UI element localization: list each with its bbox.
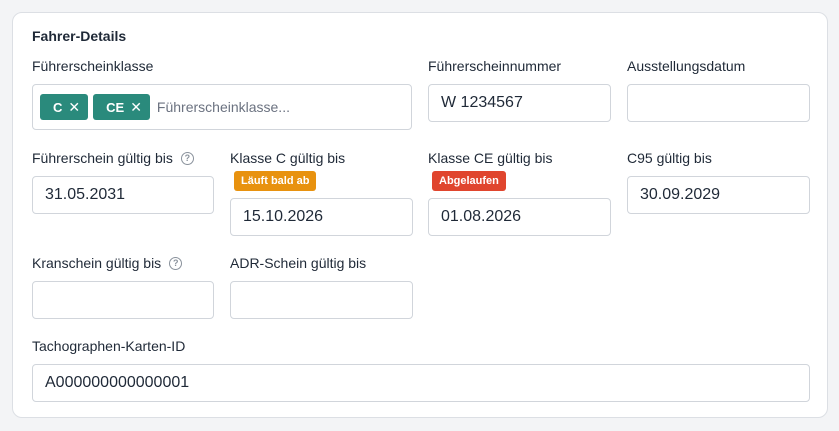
issue-date-field[interactable] [627,84,810,122]
expiring-soon-badge: Läuft bald ab [234,171,317,191]
c95-valid-until-field[interactable]: 30.09.2029 [627,176,810,214]
tachograph-card-id-field[interactable]: A000000000000001 [32,364,810,402]
license-class-search-input[interactable]: Führerscheinklasse... [157,99,290,115]
class-ce-valid-until-field[interactable]: 01.08.2026 [428,198,611,236]
help-icon[interactable]: ? [180,151,194,165]
c95-valid-until-label: C95 gültig bis [627,150,712,166]
expired-badge: Abgelaufen [432,171,506,191]
crane-license-valid-until-field[interactable] [32,281,214,319]
license-valid-until-field[interactable]: 31.05.2031 [32,176,214,214]
issue-date-label: Ausstellungsdatum [627,58,746,74]
class-c-valid-until-field[interactable]: 15.10.2026 [230,198,413,236]
adr-license-valid-until-field[interactable] [230,281,413,319]
adr-license-valid-until-label: ADR-Schein gültig bis [230,255,367,271]
help-icon[interactable]: ? [169,256,183,270]
license-class-tag-c: C ✕ [40,94,89,120]
class-ce-valid-until-label: Klasse CE gültig bis [428,150,553,166]
class-c-valid-until-label: Klasse C gültig bis [230,150,346,166]
crane-license-valid-until-label: Kranschein gültig bis ? [32,255,183,271]
license-class-label: Führerscheinklasse [32,58,154,74]
section-title: Fahrer-Details [32,28,127,44]
driver-details-card: Fahrer-Details Führerscheinklasse C ✕ CE… [12,12,828,418]
license-number-label: Führerscheinnummer [428,58,562,74]
remove-tag-ce-icon[interactable]: ✕ [130,99,142,116]
license-valid-until-label: Führerschein gültig bis ? [32,150,194,166]
license-number-field[interactable]: W 1234567 [428,84,611,122]
remove-tag-c-icon[interactable]: ✕ [68,99,80,116]
license-class-multiselect[interactable]: C ✕ CE ✕ Führerscheinklasse... [32,84,412,130]
tachograph-card-id-label: Tachographen-Karten-ID [32,338,186,354]
license-class-tag-ce: CE ✕ [93,94,150,120]
